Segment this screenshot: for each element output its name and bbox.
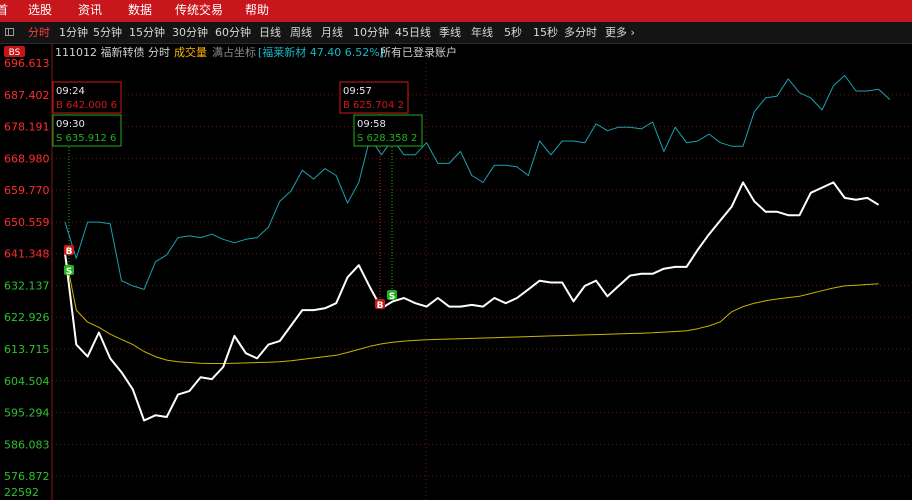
menu-item-2[interactable]: 资讯: [78, 2, 102, 18]
volume-label: 成交量: [174, 45, 207, 59]
y-tick-label: 632.137: [4, 279, 50, 292]
bs-badge-label: BS: [9, 48, 21, 58]
intraday-chart: 696.613 687.402 678.191 668.980 659.770 650.5…: [4, 44, 912, 500]
menu-item-5[interactable]: 帮助: [245, 2, 269, 18]
related-stock: [福莱新材 47.40 6.52%]: [258, 45, 384, 59]
period-tab-7[interactable]: 周线: [290, 26, 312, 40]
period-toolbar: 分时 1分钟 5分钟 15分钟 30分钟 60分钟 日线 周线 月线 10分钟 45日线 季线 年线 5秒…: [0, 22, 912, 44]
period-tab-10[interactable]: 45日线: [395, 26, 431, 40]
coord-label: 满占坐标: [212, 45, 256, 59]
period-tab-5[interactable]: 60分钟: [215, 26, 251, 40]
account-label: 所有已登录账户: [380, 45, 457, 59]
sidebar-toggle-icon[interactable]: [5, 28, 14, 36]
period-tab-9[interactable]: 10分钟: [353, 26, 389, 40]
period-tab-8[interactable]: 月线: [321, 26, 343, 40]
period-tab-15[interactable]: 多分时: [564, 26, 597, 40]
y-tick-label: 641.348: [4, 248, 50, 261]
y-tick-label: 586.083: [4, 438, 50, 451]
y-tick-label: 687.402: [4, 89, 50, 102]
chart-mode: 分时: [148, 46, 170, 59]
chevron-right-icon: ›: [627, 26, 635, 39]
trade-box-text: B 642.000 6: [56, 100, 117, 111]
y-tick-label: 650.559: [4, 216, 50, 229]
y-tick-label: 678.191: [4, 121, 50, 134]
y-tick-label: 659.770: [4, 184, 50, 197]
menu-item-4[interactable]: 传统交易: [175, 2, 223, 18]
trade-box-text: B 625.704 2: [343, 100, 404, 111]
trade-box-text: S 635.912 6: [56, 133, 116, 144]
period-tab-13[interactable]: 5秒: [504, 26, 522, 40]
menu-item-0[interactable]: 首: [0, 2, 8, 18]
y-tick-label: 622.926: [4, 311, 50, 324]
period-tab-2[interactable]: 5分钟: [93, 26, 122, 40]
trade-box-text: S 628.358 2: [357, 133, 417, 144]
period-tab-0[interactable]: 分时: [28, 26, 50, 40]
period-tab-3[interactable]: 15分钟: [129, 26, 165, 40]
main-menubar: 首 选股 资讯 数据 传统交易 帮助: [0, 0, 912, 22]
trade-box-time: 09:30: [56, 119, 85, 130]
price-series-line: [64, 181, 880, 422]
y-tick-label: 613.715: [4, 343, 50, 356]
period-tab-16[interactable]: 更多 ›: [605, 26, 635, 40]
y-tick-label: 668.980: [4, 152, 50, 165]
menu-item-3[interactable]: 数据: [128, 2, 152, 18]
menu-item-1[interactable]: 选股: [28, 2, 52, 18]
y-tick-label: 595.294: [4, 407, 50, 420]
period-tab-11[interactable]: 季线: [439, 26, 461, 40]
trade-box-time: 09:58: [357, 119, 386, 130]
y-tick-label: 696.613: [4, 57, 50, 70]
period-tab-14[interactable]: 15秒: [533, 26, 558, 40]
trade-marker-label: B: [377, 301, 384, 311]
trade-box-time: 09:57: [343, 86, 372, 97]
y-tick-label: 22592: [4, 486, 39, 499]
period-tab-6[interactable]: 日线: [259, 26, 281, 40]
period-tab-12[interactable]: 年线: [471, 26, 493, 40]
period-tab-4[interactable]: 30分钟: [172, 26, 208, 40]
trade-marker-label: S: [389, 292, 395, 302]
y-tick-label: 604.504: [4, 375, 50, 388]
trade-box-time: 09:24: [56, 86, 85, 97]
stock-series-line: [64, 75, 891, 290]
avg-series-line: [64, 253, 879, 364]
period-tab-1[interactable]: 1分钟: [59, 26, 88, 40]
security-name: 111012 福新转债: [55, 45, 145, 59]
trade-marker-label: S: [66, 267, 72, 277]
y-tick-label: 576.872: [4, 470, 50, 483]
